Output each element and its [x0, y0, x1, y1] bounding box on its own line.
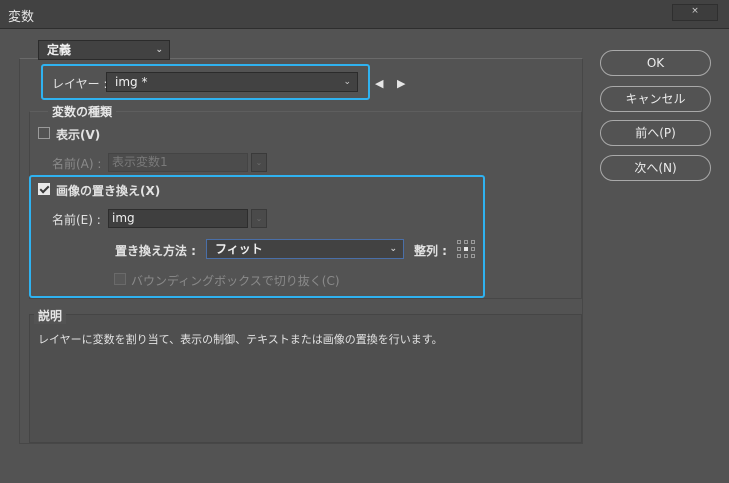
bbox-clip-label: バウンディングボックスで切り抜く(C) — [131, 274, 340, 288]
align-label: 整列 : — [414, 244, 447, 258]
close-icon[interactable]: × — [691, 6, 699, 16]
pixel-name-value: img — [112, 211, 135, 225]
prev-layer-icon[interactable]: ◀ — [375, 77, 383, 90]
next-layer-icon[interactable]: ▶ — [397, 77, 405, 90]
ok-button[interactable]: OK — [600, 50, 711, 76]
next-button[interactable]: 次へ(N) — [600, 155, 711, 181]
close-button[interactable]: × — [672, 4, 718, 21]
chevron-down-icon: ⌄ — [343, 77, 351, 87]
pixel-name-label: 名前(E) : — [52, 213, 101, 227]
pixel-replace-checkbox[interactable] — [38, 183, 50, 195]
description-title: 説明 — [34, 307, 67, 324]
pixel-replace-label[interactable]: 画像の置き換え(X) — [56, 182, 160, 199]
chevron-down-icon: ⌄ — [155, 45, 163, 55]
variable-types-title: 変数の種類 — [48, 103, 117, 120]
pixel-name-dropdown[interactable]: ⌄ — [251, 209, 267, 228]
method-label: 置き換え方法 : — [115, 244, 196, 258]
layer-select[interactable]: img * ⌄ — [106, 72, 358, 92]
mode-select-value: 定義 — [47, 43, 72, 57]
pixel-name-field[interactable]: img — [108, 209, 248, 228]
visibility-label[interactable]: 表示(V) — [56, 126, 100, 143]
visibility-name-field: 表示変数1 — [108, 153, 248, 172]
visibility-checkbox[interactable] — [38, 127, 50, 139]
bbox-clip-checkbox — [114, 273, 126, 285]
layer-select-value: img * — [115, 75, 148, 89]
title-bar: 変数 × — [0, 0, 729, 29]
prev-button[interactable]: 前へ(P) — [600, 120, 711, 146]
alignment-grid-icon[interactable] — [457, 240, 475, 258]
mode-select[interactable]: 定義 ⌄ — [38, 40, 170, 60]
chevron-down-icon: ⌄ — [389, 244, 397, 254]
visibility-name-value: 表示変数1 — [112, 155, 168, 169]
method-select[interactable]: フィット ⌄ — [206, 239, 404, 259]
description-text: レイヤーに変数を割り当て、表示の制御、テキストまたは画像の置換を行います。 — [38, 333, 443, 346]
layer-label: レイヤー : — [52, 77, 108, 91]
cancel-button[interactable]: キャンセル — [600, 86, 711, 112]
window-title: 変数 — [8, 10, 35, 25]
method-select-value: フィット — [215, 242, 263, 256]
visibility-name-label: 名前(A) : — [52, 157, 102, 171]
visibility-name-dropdown: ⌄ — [251, 153, 267, 172]
